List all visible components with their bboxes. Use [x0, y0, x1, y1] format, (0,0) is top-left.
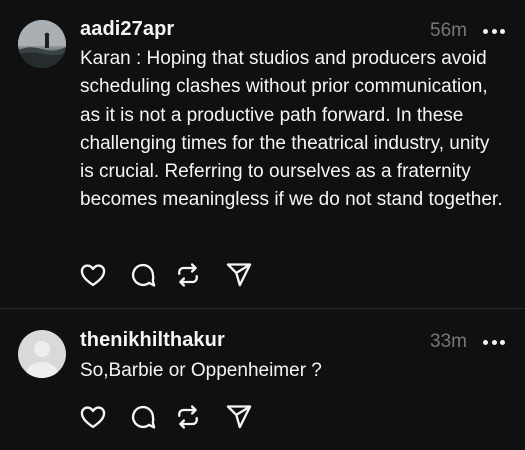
share-icon[interactable] [224, 260, 254, 290]
thread-post: aadi27apr 56m Karan : Hoping that studio… [0, 0, 525, 308]
more-options-icon[interactable] [483, 332, 505, 352]
share-icon[interactable] [224, 402, 254, 432]
comment-icon[interactable] [128, 402, 158, 432]
more-options-icon[interactable] [483, 21, 505, 41]
post-text: Karan : Hoping that studios and producer… [80, 48, 503, 211]
comment-icon[interactable] [128, 260, 158, 290]
default-avatar-icon [26, 341, 58, 378]
repost-icon[interactable] [173, 260, 203, 290]
post-text: So,Barbie or Oppenheimer ? [80, 360, 322, 381]
heart-icon[interactable] [78, 260, 108, 290]
avatar-photo-image [18, 20, 66, 68]
avatar[interactable] [18, 330, 66, 378]
username[interactable]: thenikhilthakur [80, 329, 225, 352]
thread-feed: aadi27apr 56m Karan : Hoping that studio… [0, 0, 525, 450]
post-actions [78, 402, 278, 432]
repost-icon[interactable] [173, 402, 203, 432]
avatar[interactable] [18, 20, 66, 68]
heart-icon[interactable] [78, 402, 108, 432]
timestamp: 56m [430, 20, 467, 41]
timestamp: 33m [430, 331, 467, 352]
username[interactable]: aadi27apr [80, 18, 174, 41]
post-actions [78, 260, 278, 290]
thread-post: thenikhilthakur 33m So,Barbie or Oppenhe… [0, 309, 525, 450]
